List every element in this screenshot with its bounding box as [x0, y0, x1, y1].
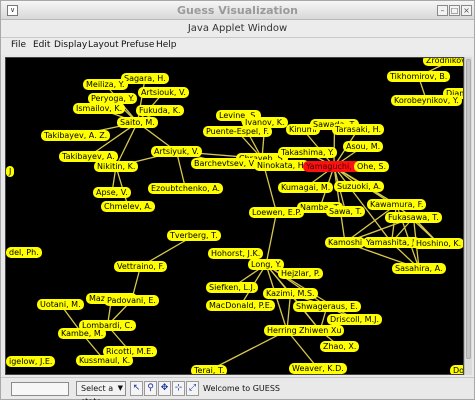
graph-node[interactable]: MacDonald, P.E.	[206, 300, 276, 311]
graph-node[interactable]: Driscoll, M.J.	[327, 314, 383, 325]
graph-node[interactable]: Ezoubtchenko, A.	[148, 183, 224, 194]
graph-node[interactable]: Weaver, K.D.	[289, 363, 347, 374]
graph-node[interactable]: Sagara, H.	[121, 73, 169, 84]
graph-node[interactable]: Yamashita, J.	[363, 237, 420, 248]
window-title: Guess Visualization	[177, 4, 298, 17]
graph-node[interactable]: Meiliza, Y.	[83, 79, 128, 90]
graph-node[interactable]: Fukuda, K.	[136, 105, 184, 116]
status-bar: Select a state ▼ ↖ ⚲ ✥ ⊹ ⤢ Welcome to GU…	[1, 377, 474, 400]
close-button[interactable]: ×	[461, 5, 472, 16]
graph-node[interactable]: Fukasawa, T.	[385, 212, 442, 223]
menu-display[interactable]: Display	[54, 40, 87, 50]
graph-node[interactable]: igelow, J.E.	[6, 356, 56, 367]
applet-window-label: Java Applet Window	[187, 23, 288, 34]
graph-node[interactable]: Kawamura, F.	[367, 199, 427, 210]
menu-bar: File Edit Display Layout Prefuse Help	[1, 38, 474, 55]
graph-node[interactable]: Shwageraus, E.	[293, 301, 361, 312]
graph-node[interactable]: Zhao, X.	[320, 341, 360, 352]
graph-node[interactable]: Barchevtsev, V.	[191, 158, 259, 169]
graph-node[interactable]: Sawa, T.	[326, 206, 365, 217]
expand-icon[interactable]: ⤢	[186, 381, 199, 396]
graph-node[interactable]: Ismailov, K.	[73, 103, 126, 114]
graph-canvas[interactable]: Zrodnikov, P. Tikhomirov, B. Diamon Koro…	[5, 57, 464, 375]
graph-edge	[115, 122, 139, 167]
graph-node[interactable]: Loewen, E.P.	[249, 207, 305, 218]
scrollbar-thumb[interactable]	[466, 59, 471, 359]
graph-node[interactable]: Takashima, Y.	[278, 147, 337, 158]
graph-node[interactable]: Puente-Espel, F.	[203, 126, 273, 137]
graph-node[interactable]: Kambe, M.	[58, 328, 107, 339]
graph-node[interactable]: Asou, M.	[343, 141, 384, 152]
graph-node[interactable]: Nikitin, K.	[94, 161, 139, 172]
graph-node[interactable]: Apse, V.	[93, 187, 131, 198]
graph-node[interactable]: Tikhomirov, B.	[387, 71, 451, 82]
menu-file[interactable]: File	[11, 40, 26, 50]
minimize-button[interactable]: –	[437, 5, 448, 16]
graph-node[interactable]: del, Ph.	[6, 247, 42, 258]
graph-node[interactable]: Zrodnikov, P.	[423, 58, 463, 66]
graph-node[interactable]: Kumagai, M.	[278, 182, 334, 193]
graph-node[interactable]: Uotani, M.	[37, 299, 84, 310]
graph-node[interactable]: Artsiyuk, V.	[151, 146, 202, 157]
graph-node[interactable]: Kussmaul, K.	[76, 355, 134, 366]
menu-help[interactable]: Help	[156, 40, 177, 50]
select-icon[interactable]: ⊹	[172, 381, 185, 396]
menu-prefuse[interactable]: Prefuse	[121, 40, 154, 50]
graph-node[interactable]: Tarasaki, H.	[332, 124, 385, 135]
state-dropdown[interactable]: Select a state ▼	[76, 381, 126, 400]
graph-node[interactable]: Chmelev, A.	[101, 201, 156, 212]
chevron-down-icon: ▼	[117, 384, 123, 392]
graph-node[interactable]: Hejzlar, P.	[278, 268, 323, 279]
graph-node[interactable]: Takibayev, A. Z.	[41, 130, 111, 141]
graph-node[interactable]: Sasahira, A.	[392, 263, 446, 274]
menu-layout[interactable]: Layout	[88, 40, 119, 50]
status-message: Welcome to GUESS	[203, 384, 280, 393]
graph-node[interactable]: Do	[450, 365, 463, 374]
graph-node[interactable]: Padovani, E.	[104, 295, 159, 306]
graph-node[interactable]: Kamoshi	[325, 237, 366, 248]
app-window: ∨ Guess Visualization – □ × Java Applet …	[0, 0, 475, 400]
menu-edit[interactable]: Edit	[33, 40, 50, 50]
title-bar[interactable]: ∨ Guess Visualization – □ ×	[1, 1, 474, 20]
graph-node[interactable]: Hohorst, J.K.	[208, 248, 264, 259]
applet-banner: Java Applet Window	[1, 20, 474, 38]
graph-node[interactable]: Terai, T.	[191, 365, 228, 374]
zoom-icon[interactable]: ⚲	[144, 381, 157, 396]
graph-node[interactable]: Suzuoki, A.	[334, 181, 385, 192]
graph-node[interactable]: Hoshino, K.	[413, 238, 463, 249]
maximize-button[interactable]: □	[449, 5, 460, 16]
graph-node[interactable]: Vettraino, F.	[114, 261, 168, 272]
graph-node[interactable]: Kazimi, M.S.	[263, 288, 318, 299]
state-dropdown-label: Select a state	[81, 384, 114, 400]
graph-node[interactable]: Siefken, L.J.	[206, 282, 259, 293]
graph-node[interactable]: Saito, M.	[117, 117, 158, 128]
graph-node[interactable]: Artsiouk, V.	[138, 87, 189, 98]
graph-node[interactable]: Tverberg, T.	[167, 230, 221, 241]
vertical-scrollbar[interactable]	[464, 57, 472, 375]
graph-edge	[265, 212, 278, 265]
graph-node[interactable]: Zhiwen Xu	[296, 325, 345, 336]
graph-node[interactable]: Korobeynikov, Y.	[391, 95, 462, 106]
state-name-field[interactable]	[11, 382, 69, 396]
graph-node[interactable]: J	[6, 166, 15, 177]
move-icon[interactable]: ✥	[158, 381, 171, 396]
graph-node[interactable]: Ninokata, H.	[254, 160, 310, 171]
graph-node[interactable]: Ohe, S.	[354, 161, 389, 172]
pointer-icon[interactable]: ↖	[130, 381, 143, 396]
